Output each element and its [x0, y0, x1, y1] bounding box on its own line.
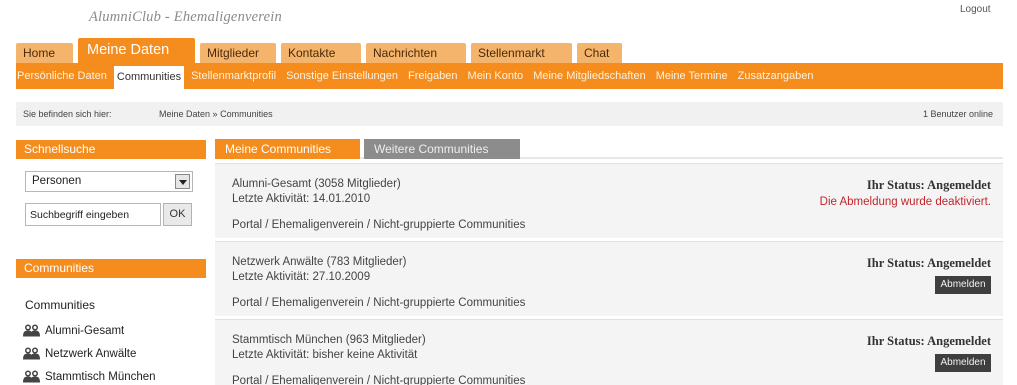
unsubscribe-button[interactable]: Abmelden [935, 276, 991, 294]
subtab-zusatzangaben[interactable]: Zusatzangaben [735, 66, 817, 86]
tab-mitglieder[interactable]: Mitglieder [200, 43, 276, 63]
logout-link[interactable]: Logout [960, 4, 991, 15]
community-path[interactable]: Portal / Ehemaligenverein / Nicht-gruppi… [232, 219, 525, 231]
search-type-select[interactable]: Personen [25, 171, 193, 192]
search-input[interactable] [25, 203, 161, 226]
breadcrumb-meine-daten[interactable]: Meine Daten [159, 109, 210, 119]
community-last-activity: Letzte Aktivität: 27.10.2009 [232, 271, 371, 283]
subtab-stellenmarktprofil[interactable]: Stellenmarktprofil [188, 66, 279, 86]
sidebar-item-label: Netzwerk Anwälte [45, 347, 137, 360]
community-card: Alumni-Gesamt (3058 Mitglieder) Letzte A… [215, 163, 1003, 238]
people-group-icon [23, 324, 40, 337]
subtab-persoenliche-daten[interactable]: Persönliche Daten [16, 66, 110, 86]
subtab-meine-termine[interactable]: Meine Termine [653, 66, 731, 86]
unsubscribe-disabled-note: Die Abmeldung wurde deaktiviert. [819, 196, 991, 208]
main-navigation: Home Meine Daten Mitglieder Kontakte Nac… [16, 38, 627, 63]
sidebar-item-netzwerk-anwaelte[interactable]: Netzwerk Anwälte [23, 342, 156, 365]
tab-meine-daten[interactable]: Meine Daten [78, 38, 195, 63]
communities-list: Alumni-Gesamt Netzwerk Anwälte Stammtisc… [23, 319, 156, 385]
breadcrumb-communities: Communities [220, 109, 273, 119]
community-path[interactable]: Portal / Ehemaligenverein / Nicht-gruppi… [232, 375, 525, 385]
membership-status: Ihr Status: Angemeldet [866, 178, 991, 192]
people-group-icon [23, 347, 40, 360]
online-count: 1 Benutzer online [922, 109, 993, 119]
breadcrumb-separator: » [212, 109, 218, 119]
tab-home[interactable]: Home [16, 43, 73, 63]
tab-meine-communities[interactable]: Meine Communities [215, 139, 360, 159]
community-path[interactable]: Portal / Ehemaligenverein / Nicht-gruppi… [232, 297, 525, 309]
community-card: Netzwerk Anwälte (783 Mitglieder) Letzte… [215, 241, 1003, 316]
sidebar-item-alumni-gesamt[interactable]: Alumni-Gesamt [23, 319, 156, 342]
community-card: Stammtisch München (963 Mitglieder) Letz… [215, 319, 1003, 385]
search-type-value: Personen [32, 175, 82, 187]
sub-navigation: Persönliche Daten Communities Stellenmar… [16, 63, 1003, 89]
sidebar-item-stammtisch-muenchen[interactable]: Stammtisch München [23, 365, 156, 385]
sidebar-item-label: Alumni-Gesamt [45, 324, 125, 337]
subtab-freigaben[interactable]: Freigaben [405, 66, 461, 86]
tab-weitere-communities[interactable]: Weitere Communities [364, 139, 520, 159]
search-ok-button[interactable]: OK [163, 203, 192, 226]
community-name: Stammtisch München (963 Mitglieder) [232, 334, 426, 346]
breadcrumb-prefix: Sie befinden sich hier: [23, 109, 112, 119]
tab-stellenmarkt[interactable]: Stellenmarkt [471, 43, 572, 63]
community-last-activity: Letzte Aktivität: bisher keine Aktivität [232, 349, 418, 361]
membership-status: Ihr Status: Angemeldet [866, 334, 991, 348]
subtab-meine-mitgliedschaften[interactable]: Meine Mitgliedschaften [530, 66, 649, 86]
breadcrumb: Meine Daten » Communities [159, 109, 273, 119]
unsubscribe-button[interactable]: Abmelden [935, 354, 991, 372]
tab-chat[interactable]: Chat [577, 43, 622, 63]
subtab-sonstige-einstellungen[interactable]: Sonstige Einstellungen [283, 66, 401, 86]
tab-kontakte[interactable]: Kontakte [281, 43, 361, 63]
membership-status: Ihr Status: Angemeldet [866, 256, 991, 270]
chevron-down-icon[interactable] [175, 174, 190, 189]
people-group-icon [23, 370, 40, 383]
sidebar-item-label: Stammtisch München [45, 370, 156, 383]
quicksearch-header: Schnellsuche [16, 140, 206, 159]
app-logo: AlumniClub - Ehemaligenverein [89, 9, 282, 25]
community-last-activity: Letzte Aktivität: 14.01.2010 [232, 193, 371, 205]
communities-header: Communities [16, 259, 206, 278]
subtab-communities[interactable]: Communities [113, 66, 185, 89]
tab-nachrichten[interactable]: Nachrichten [366, 43, 466, 63]
community-name: Netzwerk Anwälte (783 Mitglieder) [232, 256, 407, 268]
community-name: Alumni-Gesamt (3058 Mitglieder) [232, 178, 401, 190]
communities-list-title: Communities [25, 298, 96, 312]
breadcrumb-bar: Sie befinden sich hier: Meine Daten » Co… [16, 102, 1003, 126]
content-tabs: Meine Communities Weitere Communities [215, 139, 1003, 159]
subtab-mein-konto[interactable]: Mein Konto [465, 66, 527, 86]
